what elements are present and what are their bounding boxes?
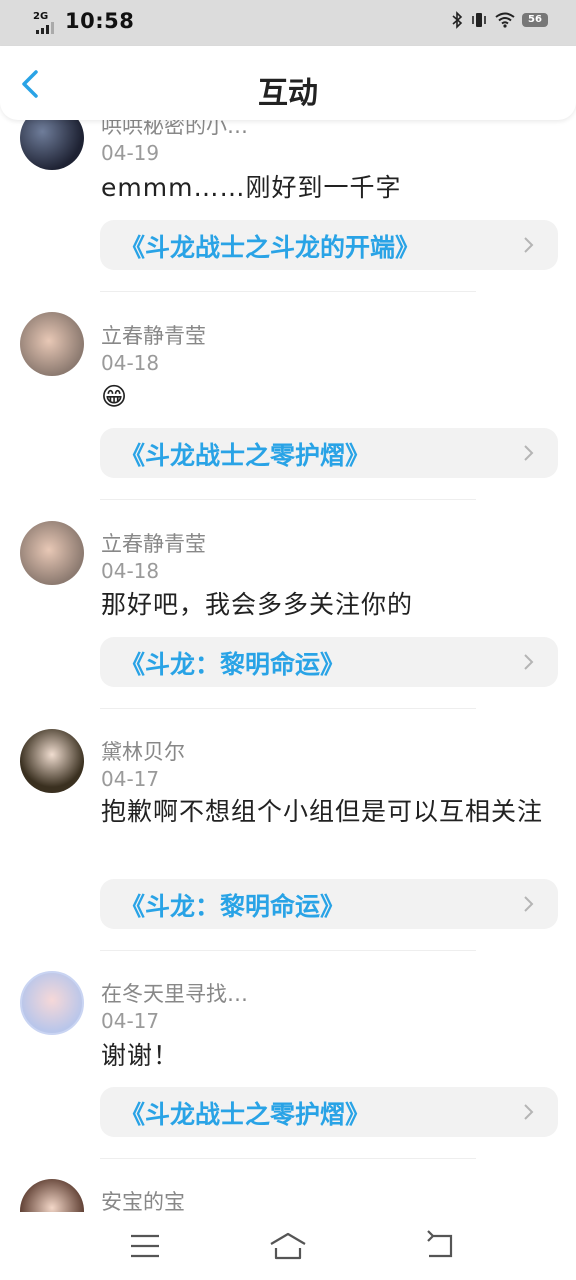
book-title: 《斗龙：黎明命运》 <box>120 892 346 921</box>
menu-button[interactable] <box>125 1230 165 1262</box>
comment-text: 那好吧，我会多多关注你的 <box>101 590 414 619</box>
chevron-right-icon <box>524 1104 534 1120</box>
comment-date: 04-19 <box>101 141 160 165</box>
commenter-name[interactable]: 立春静青莹 <box>101 528 206 558</box>
book-link[interactable]: 《斗龙战士之零护熠》 <box>100 428 558 478</box>
comment-date: 04-18 <box>101 559 160 583</box>
commenter-name[interactable]: 立春静青莹 <box>101 320 206 350</box>
page-title: 互动 <box>258 76 318 111</box>
status-icons: 56 <box>451 11 548 29</box>
comment-text: 😁 <box>101 382 129 411</box>
avatar[interactable] <box>20 971 84 1035</box>
comment-date: 04-18 <box>101 351 160 375</box>
book-title: 《斗龙战士之斗龙的开端》 <box>120 233 421 262</box>
comment-date: 04-17 <box>101 1009 160 1033</box>
commenter-name[interactable]: 黛林贝尔 <box>101 736 185 766</box>
menu-icon <box>131 1234 159 1258</box>
avatar[interactable] <box>20 729 84 793</box>
comment-list[interactable]: 哄哄秘密的小… 04-19 emmm……刚好到一千字 《斗龙战士之斗龙的开端》 … <box>0 100 576 1212</box>
book-link[interactable]: 《斗龙：黎明命运》 <box>100 637 558 687</box>
avatar[interactable] <box>20 1179 84 1212</box>
signal-icon <box>36 22 58 34</box>
avatar[interactable] <box>20 312 84 376</box>
book-link[interactable]: 《斗龙战士之斗龙的开端》 <box>100 220 558 270</box>
status-time: 10:58 <box>65 9 135 33</box>
wifi-icon <box>495 12 515 28</box>
status-bar: 2G 10:58 56 <box>0 0 576 46</box>
comment-text: 谢谢！ <box>101 1041 180 1070</box>
chevron-right-icon <box>524 896 534 912</box>
top-header: 互动 <box>0 46 576 120</box>
book-link[interactable]: 《斗龙战士之零护熠》 <box>100 1087 558 1137</box>
vibrate-icon <box>472 13 486 27</box>
book-title: 《斗龙战士之零护熠》 <box>120 1100 371 1129</box>
comment-text: 抱歉啊不想组个小组但是可以互相关注 <box>101 797 544 826</box>
avatar[interactable] <box>20 521 84 585</box>
back-icon <box>427 1230 453 1258</box>
divider <box>100 950 476 951</box>
divider <box>100 708 476 709</box>
divider <box>100 1158 476 1159</box>
chevron-right-icon <box>524 237 534 253</box>
bluetooth-icon <box>452 11 463 29</box>
divider <box>100 499 476 500</box>
comment-text: emmm……刚好到一千字 <box>101 173 402 202</box>
book-link[interactable]: 《斗龙：黎明命运》 <box>100 879 558 929</box>
back-nav-button[interactable] <box>421 1230 461 1262</box>
chevron-right-icon <box>524 654 534 670</box>
home-icon <box>270 1232 306 1260</box>
book-title: 《斗龙：黎明命运》 <box>120 650 346 679</box>
comment-date: 04-17 <box>101 767 160 791</box>
chevron-right-icon <box>524 445 534 461</box>
network-type: 2G <box>33 11 49 22</box>
system-nav-bar <box>0 1212 576 1280</box>
commenter-name[interactable]: 在冬天里寻找… <box>101 978 248 1008</box>
battery-icon: 56 <box>522 13 548 27</box>
divider <box>100 291 476 292</box>
book-title: 《斗龙战士之零护熠》 <box>120 441 371 470</box>
commenter-name[interactable]: 安宝的宝 <box>101 1186 185 1212</box>
home-button[interactable] <box>268 1230 308 1262</box>
